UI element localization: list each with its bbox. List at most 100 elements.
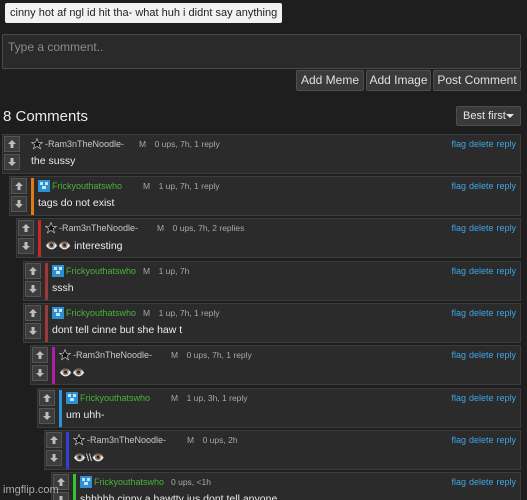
comment-text: sssh <box>52 282 74 294</box>
downvote-button[interactable] <box>32 365 48 381</box>
flag-link[interactable]: flag <box>451 266 466 276</box>
comment-text: tags do not exist <box>38 197 115 209</box>
sort-dropdown[interactable]: Best first <box>456 106 521 126</box>
comment: Frickyouthatswho M 1 up, 7h flag delete repl… <box>23 261 521 301</box>
post-comment-button[interactable]: Post Comment <box>433 70 521 91</box>
pixel-avatar-icon <box>66 392 78 404</box>
arrow-down-icon <box>8 158 16 166</box>
upvote-button[interactable] <box>46 432 62 448</box>
downvote-button[interactable] <box>11 196 27 212</box>
delete-link[interactable]: delete <box>469 223 494 233</box>
reply-depth-bar <box>45 263 48 300</box>
comment-input-placeholder: Type a comment.. <box>8 40 104 54</box>
add-meme-button[interactable]: Add Meme <box>296 70 364 91</box>
upvote-button[interactable] <box>11 178 27 194</box>
comment-username[interactable]: Frickyouthatswho <box>66 308 136 318</box>
comment-username[interactable]: Frickyouthatswho <box>66 266 136 276</box>
comment-actions: flag delete reply <box>448 393 516 403</box>
pixel-avatar-icon <box>80 476 92 488</box>
upvote-button[interactable] <box>32 347 48 363</box>
watermark: imgflip.com <box>3 484 59 496</box>
reply-link[interactable]: reply <box>496 435 516 445</box>
comment-actions: flag delete reply <box>448 223 516 233</box>
downvote-button[interactable] <box>18 238 34 254</box>
comment-username[interactable]: -Ram3nTheNoodle- <box>73 350 152 360</box>
arrow-down-icon <box>43 412 51 420</box>
reply-depth-bar <box>52 347 55 384</box>
arrow-up-icon <box>50 436 58 444</box>
comment-username[interactable]: -Ram3nTheNoodle- <box>59 223 138 233</box>
delete-link[interactable]: delete <box>469 266 494 276</box>
upvote-button[interactable] <box>4 136 20 152</box>
reply-link[interactable]: reply <box>496 393 516 403</box>
chevron-down-icon <box>506 114 514 118</box>
downvote-button[interactable] <box>46 450 62 466</box>
add-image-button[interactable]: Add Image <box>366 70 431 91</box>
delete-link[interactable]: delete <box>469 435 494 445</box>
pixel-avatar-icon <box>38 180 50 192</box>
comment-text: 👁️👁️ <box>59 367 86 379</box>
flag-link[interactable]: flag <box>451 393 466 403</box>
delete-link[interactable]: delete <box>469 308 494 318</box>
delete-link[interactable]: delete <box>469 393 494 403</box>
arrow-down-icon <box>29 327 37 335</box>
comment-username[interactable]: -Ram3nTheNoodle- <box>87 435 166 445</box>
flag-link[interactable]: flag <box>451 435 466 445</box>
reply-depth-bar <box>31 178 34 215</box>
upvote-button[interactable] <box>39 390 55 406</box>
reply-link[interactable]: reply <box>496 181 516 191</box>
comment-input[interactable]: Type a comment.. <box>2 34 521 69</box>
comment-username[interactable]: -Ram3nTheNoodle- <box>45 139 124 149</box>
comment-actions: flag delete reply <box>448 181 516 191</box>
vote-column <box>3 135 23 173</box>
reply-depth-bar <box>73 474 76 500</box>
reply-link[interactable]: reply <box>496 139 516 149</box>
reply-link[interactable]: reply <box>496 477 516 487</box>
arrow-down-icon <box>50 454 58 462</box>
comment-meta: M 1 up, 7h <box>143 266 190 276</box>
comment-meta: M 0 ups, 7h, 2 replies <box>157 223 245 233</box>
comment-actions: flag delete reply <box>448 308 516 318</box>
comment-actions: flag delete reply <box>448 435 516 445</box>
comment-username[interactable]: Frickyouthatswho <box>80 393 150 403</box>
arrow-up-icon <box>36 351 44 359</box>
upvote-button[interactable] <box>25 305 41 321</box>
comment-username[interactable]: Frickyouthatswho <box>52 181 122 191</box>
reply-link[interactable]: reply <box>496 308 516 318</box>
comment-meta: M 1 up, 7h, 1 reply <box>143 308 220 318</box>
comment-text: 👁️\\👁️ <box>73 452 105 464</box>
flag-link[interactable]: flag <box>451 308 466 318</box>
flag-link[interactable]: flag <box>451 350 466 360</box>
comment-actions: flag delete reply <box>448 477 516 487</box>
delete-link[interactable]: delete <box>469 181 494 191</box>
downvote-button[interactable] <box>25 323 41 339</box>
arrow-up-icon <box>43 394 51 402</box>
comment-username[interactable]: Frickyouthatswho <box>94 477 164 487</box>
arrow-up-icon <box>29 267 37 275</box>
delete-link[interactable]: delete <box>469 139 494 149</box>
comment-text: dont tell cinne but she haw t <box>52 324 183 336</box>
reply-link[interactable]: reply <box>496 266 516 276</box>
downvote-button[interactable] <box>39 408 55 424</box>
comment-text: the sussy <box>31 155 76 167</box>
upvote-button[interactable] <box>18 220 34 236</box>
flag-link[interactable]: flag <box>451 181 466 191</box>
downvote-button[interactable] <box>4 154 20 170</box>
comment: -Ram3nTheNoodle- M 0 ups, 2h flag delete rep… <box>44 430 521 470</box>
comment-text: um uhh- <box>66 409 105 421</box>
upvote-button[interactable] <box>25 263 41 279</box>
vote-column <box>45 431 65 469</box>
flag-link[interactable]: flag <box>451 477 466 487</box>
arrow-up-icon <box>8 140 16 148</box>
reply-link[interactable]: reply <box>496 223 516 233</box>
reply-depth-bar <box>66 432 69 469</box>
vote-column <box>38 389 58 427</box>
reply-link[interactable]: reply <box>496 350 516 360</box>
flag-link[interactable]: flag <box>451 223 466 233</box>
vote-column <box>17 219 37 257</box>
flag-link[interactable]: flag <box>451 139 466 149</box>
downvote-button[interactable] <box>25 281 41 297</box>
delete-link[interactable]: delete <box>469 350 494 360</box>
comment: Frickyouthatswho M 1 up, 7h, 1 reply flag d… <box>9 176 521 216</box>
delete-link[interactable]: delete <box>469 477 494 487</box>
